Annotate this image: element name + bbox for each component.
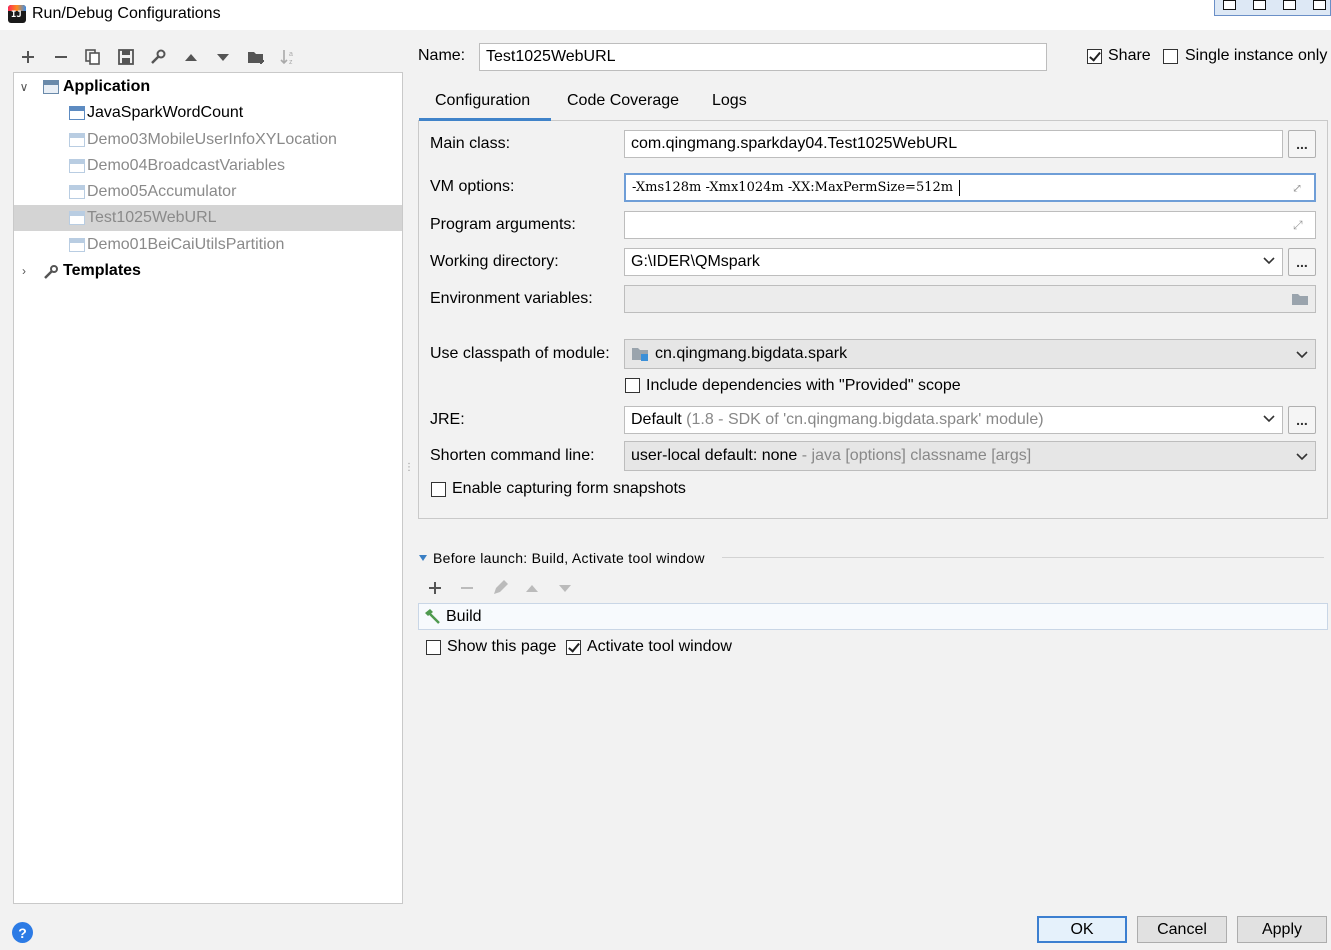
remove-task-icon[interactable] [455,576,479,600]
before-launch-item[interactable]: Build [418,603,1328,630]
tree-node-application[interactable]: ∨ Application [14,74,402,100]
program-args-label: Program arguments: [430,216,576,233]
single-instance-checkbox[interactable] [1163,49,1178,64]
working-dir-label: Working directory: [430,253,559,270]
chevron-down-icon[interactable] [1262,253,1276,267]
single-instance-label: Single instance only [1185,47,1328,64]
cancel-button[interactable]: Cancel [1137,916,1227,943]
tree-item[interactable]: Demo05Accumulator [14,179,402,205]
include-deps-label: Include dependencies with "Provided" sco… [646,377,961,394]
add-task-icon[interactable] [423,576,447,600]
edit-task-icon[interactable] [488,576,512,600]
main-class-label: Main class: [430,135,511,152]
jre-select[interactable]: Default (1.8 - SDK of 'cn.qingmang.bigda… [624,406,1283,434]
name-input[interactable]: Test1025WebURL [479,43,1047,71]
before-launch-title: Before launch: Build, Activate tool wind… [433,550,705,566]
ok-button[interactable]: OK [1037,916,1127,943]
remove-icon[interactable] [49,45,73,69]
activate-tool-window-checkbox[interactable] [566,640,581,655]
application-config-icon [69,238,85,252]
capture-snapshots-checkbox[interactable] [431,482,446,497]
move-down-icon[interactable] [553,576,577,600]
collapse-triangle-icon[interactable] [418,553,428,563]
window-icon[interactable] [1253,0,1266,10]
floating-toolbar[interactable] [1214,0,1331,16]
new-folder-icon[interactable] [244,45,268,69]
env-vars-input[interactable] [624,285,1316,313]
env-vars-label: Environment variables: [430,290,593,307]
share-label: Share [1108,47,1151,64]
splitter-handle[interactable]: ⋮ [404,462,414,478]
move-up-icon[interactable] [179,45,203,69]
chevron-down-icon[interactable] [1262,411,1276,425]
maximize-icon[interactable] [1313,0,1326,10]
main-class-input[interactable]: com.qingmang.sparkday04.Test1025WebURL [624,130,1283,158]
before-launch-divider [722,557,1324,558]
jre-label: JRE: [430,411,465,428]
intellij-icon: IJ [8,5,26,23]
tab-code-coverage[interactable]: Code Coverage [567,92,679,110]
show-page-label: Show this page [447,638,557,655]
svg-text:a: a [289,51,293,58]
tab-configuration[interactable]: Configuration [435,92,530,110]
vm-options-input[interactable]: -Xms128m -Xmx1024m -XX:MaxPermSize=512m … [624,173,1316,202]
chevron-down-icon[interactable]: ∨ [17,80,31,94]
show-page-checkbox[interactable] [426,640,441,655]
activate-tool-window-label: Activate tool window [587,638,732,655]
shorten-cmd-select[interactable]: user-local default: none - java [options… [624,441,1316,471]
window-title: Run/Debug Configurations [32,5,221,22]
application-config-icon [69,133,85,147]
tree-node-templates[interactable]: › Templates [14,258,402,284]
hammer-icon [425,609,440,624]
sort-icon[interactable]: az [276,45,300,69]
capture-snapshots-label: Enable capturing form snapshots [452,480,686,497]
expand-icon[interactable]: ⤢ [1293,218,1307,232]
copy-icon[interactable] [81,45,105,69]
help-icon[interactable]: ? [12,922,33,943]
wrench-icon [43,264,59,279]
vm-options-value: -Xms128m -Xmx1024m -XX:MaxPermSize=512m [632,180,954,195]
copy-icon[interactable] [1283,0,1296,10]
application-config-icon [69,211,85,225]
move-down-icon[interactable] [211,45,235,69]
tree-item[interactable]: JavaSparkWordCount [14,100,402,126]
shorten-cmd-label: Shorten command line: [430,447,595,464]
program-args-input[interactable]: ⤢ [624,211,1316,239]
chevron-right-icon[interactable]: › [17,264,31,278]
browse-working-dir-button[interactable]: ... [1288,248,1316,276]
application-config-icon [69,106,85,120]
tree-item[interactable]: Demo03MobileUserInfoXYLocation [14,127,402,153]
wrench-icon[interactable] [146,45,170,69]
browse-main-class-button[interactable]: ... [1288,130,1316,158]
apply-button[interactable]: Apply [1237,916,1327,943]
module-icon [632,348,648,361]
chevron-down-icon[interactable] [1295,347,1309,361]
tab-logs[interactable]: Logs [712,92,747,110]
classpath-label: Use classpath of module: [430,345,610,362]
tree-item-selected[interactable]: Test1025WebURL [14,205,402,231]
chevron-down-icon[interactable] [1295,449,1309,463]
tree-item[interactable]: Demo01BeiCaiUtilsPartition [14,232,402,258]
expand-icon[interactable]: ⤢ [1292,181,1306,195]
classpath-module-select[interactable]: cn.qingmang.bigdata.spark [624,339,1316,369]
application-icon [43,80,59,94]
browse-jre-button[interactable]: ... [1288,406,1316,434]
save-icon[interactable] [114,45,138,69]
application-config-icon [69,159,85,173]
build-label: Build [446,608,482,625]
name-label: Name: [418,47,466,64]
edit-icon[interactable] [1223,0,1236,10]
working-dir-input[interactable]: G:\IDER\QMspark [624,248,1283,276]
share-checkbox[interactable] [1087,49,1102,64]
folder-icon[interactable] [1291,291,1309,307]
include-deps-checkbox[interactable] [625,378,640,393]
configuration-tree[interactable]: ∨ Application JavaSparkWordCount Demo03M… [13,72,403,904]
tree-item[interactable]: Demo04BroadcastVariables [14,153,402,179]
text-cursor [959,179,961,196]
svg-text:z: z [289,59,293,66]
vm-options-label: VM options: [430,178,515,195]
move-up-icon[interactable] [520,576,544,600]
add-icon[interactable] [16,45,40,69]
application-config-icon [69,185,85,199]
